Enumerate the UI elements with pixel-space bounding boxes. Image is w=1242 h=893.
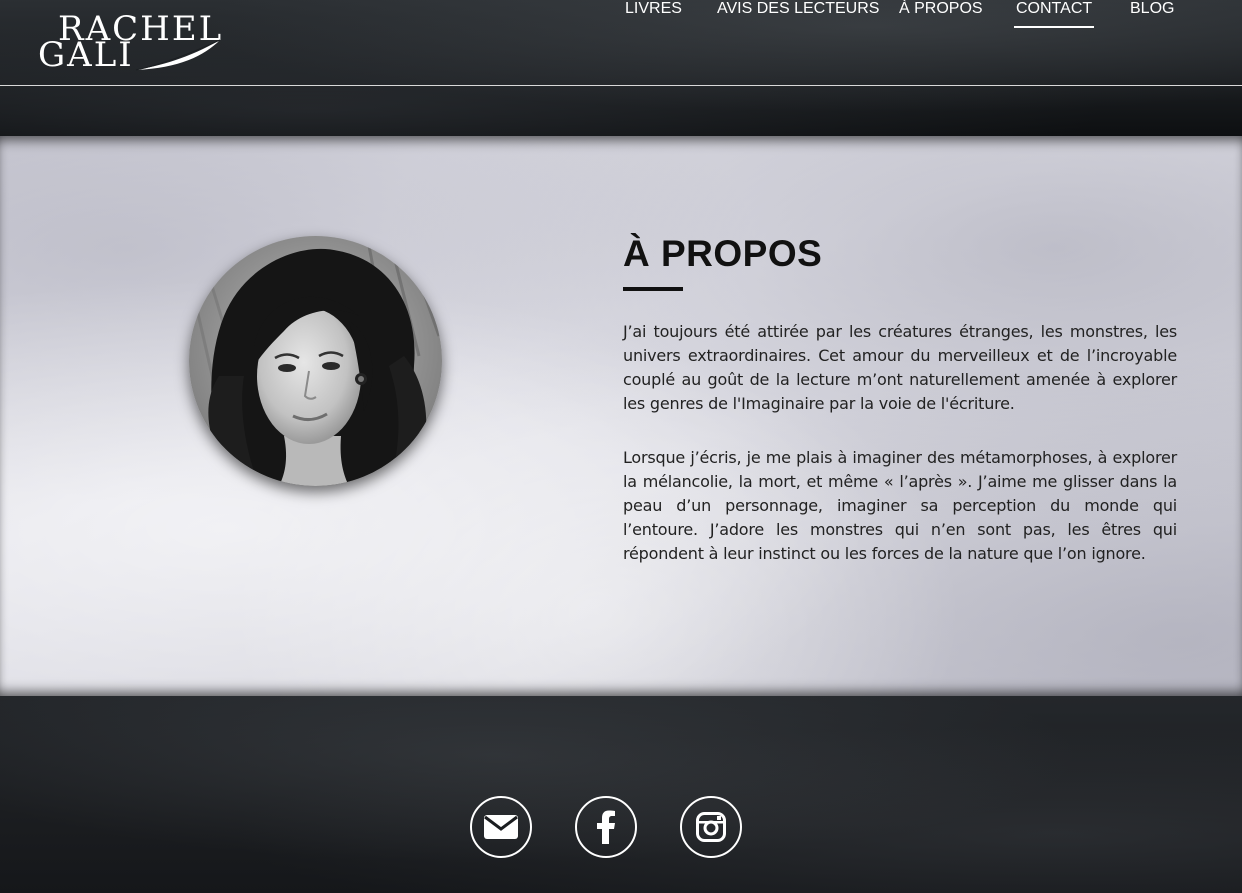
- nav-item-livres[interactable]: LIVRES: [625, 0, 682, 18]
- facebook-link[interactable]: [575, 796, 637, 858]
- site-header: RACHEL GALI LIVRES AVIS DES LECTEURS À P…: [0, 0, 1242, 136]
- nav-item-a-propos[interactable]: À PROPOS: [899, 0, 983, 18]
- nav-item-avis-des-lecteurs[interactable]: AVIS DES LECTEURS: [717, 0, 879, 18]
- envelope-icon: [484, 815, 518, 839]
- instagram-icon: [696, 812, 726, 842]
- site-logo[interactable]: RACHEL GALI: [38, 8, 224, 74]
- feather-icon: [135, 39, 221, 71]
- about-title: À PROPOS: [623, 233, 823, 274]
- header-divider: [0, 85, 1242, 86]
- page: RACHEL GALI LIVRES AVIS DES LECTEURS À P…: [0, 0, 1242, 893]
- portrait-image: [189, 236, 442, 486]
- nav-item-blog[interactable]: BLOG: [1130, 0, 1174, 18]
- title-underline: [623, 287, 683, 291]
- email-link[interactable]: [470, 796, 532, 858]
- author-portrait: [189, 236, 442, 486]
- facebook-icon: [597, 810, 615, 844]
- instagram-link[interactable]: [680, 796, 742, 858]
- site-footer: [0, 696, 1242, 893]
- about-paragraph-2: Lorsque j’écris, je me plais à imaginer …: [623, 448, 1177, 563]
- about-paragraph-1: J’ai toujours été attirée par les créatu…: [623, 322, 1177, 413]
- logo-text-line2: GALI: [38, 35, 134, 75]
- nav-item-contact[interactable]: CONTACT: [1013, 0, 1095, 28]
- about-section: À PROPOS J’ai toujours été attirée par l…: [0, 136, 1242, 696]
